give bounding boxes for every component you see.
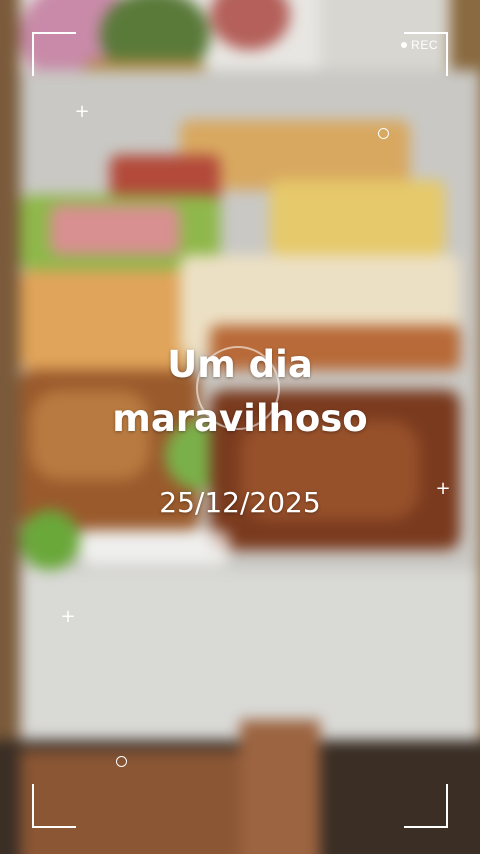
viewfinder-corner-bottom-right-icon [404, 784, 448, 828]
plus-icon: + [60, 606, 76, 627]
circle-icon [116, 756, 127, 767]
viewfinder-corner-top-left-icon [32, 32, 76, 76]
viewfinder-corner-bottom-left-icon [32, 784, 76, 828]
rec-label: REC [411, 38, 438, 52]
overlay-title-line1: Um dia [167, 343, 313, 386]
rec-indicator: REC [401, 38, 438, 52]
rec-dot-icon [401, 42, 408, 48]
overlay-title-line2: maravilhoso [112, 397, 368, 440]
overlay-title: Um dia maravilhoso [0, 338, 480, 446]
plus-icon: + [74, 101, 90, 122]
camera-overlay: REC + + + Um dia maravilhoso 25/12/2025 [0, 0, 480, 854]
circle-icon [378, 128, 389, 139]
overlay-date: 25/12/2025 [159, 486, 321, 519]
